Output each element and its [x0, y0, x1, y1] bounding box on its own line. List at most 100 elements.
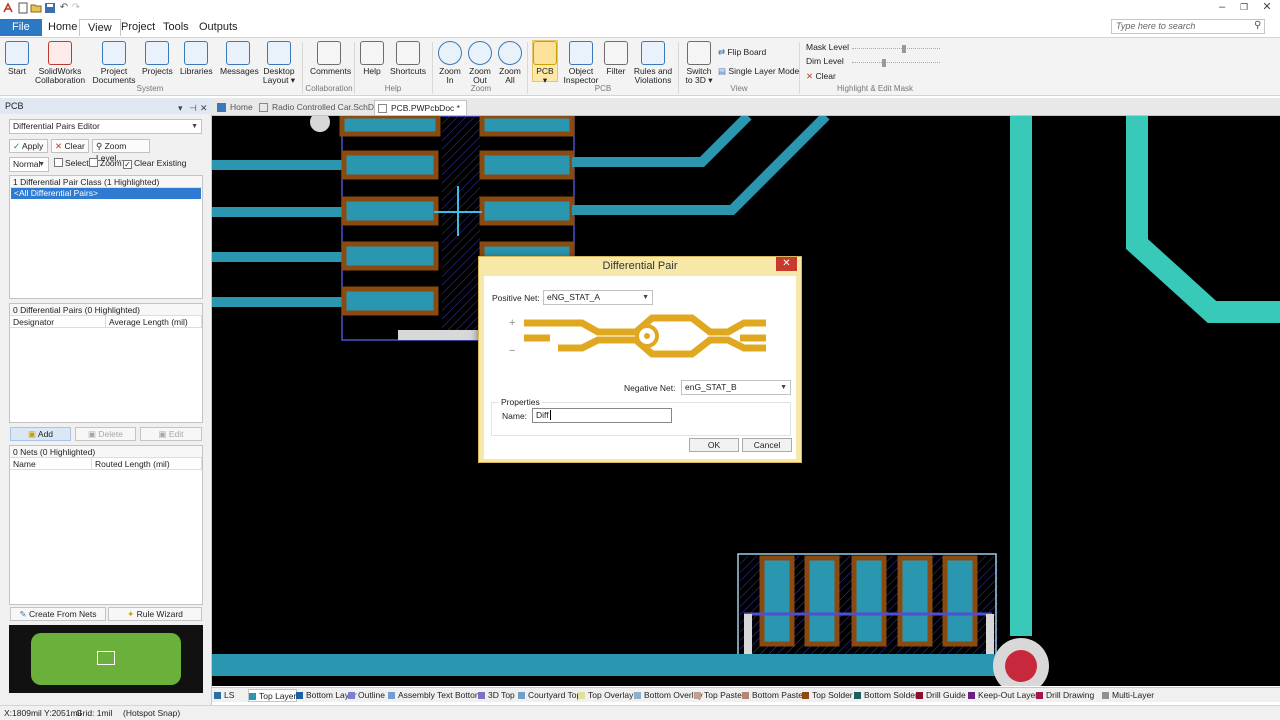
pad[interactable] — [341, 241, 439, 271]
trace[interactable] — [212, 252, 352, 262]
desktop-layout-button[interactable]: Desktop Layout ▾ — [262, 41, 296, 85]
menu-outputs[interactable]: Outputs — [191, 19, 246, 36]
clear-button[interactable]: ✕ Clear — [51, 139, 89, 153]
pad[interactable] — [942, 555, 978, 647]
zoom-checkbox-box[interactable] — [89, 158, 98, 167]
delete-button[interactable]: ▣ Delete — [75, 427, 136, 441]
layer-tab[interactable]: Top Layer — [248, 689, 298, 702]
trace[interactable] — [572, 116, 752, 167]
pad[interactable] — [479, 196, 575, 226]
shortcuts-button[interactable]: Shortcuts — [390, 41, 426, 76]
select-checkbox[interactable]: Select — [54, 158, 89, 168]
rule-wizard-button[interactable]: ✦ Rule Wizard — [108, 607, 202, 621]
tab-home[interactable]: Home — [214, 100, 259, 115]
mask-level-slider[interactable] — [852, 45, 940, 54]
restore-button[interactable]: ❐ — [1233, 0, 1255, 17]
layer-tab[interactable]: Bottom Overlay — [634, 689, 703, 702]
clear-existing-checkbox-box[interactable]: ✓ — [123, 160, 132, 169]
layer-tab[interactable]: Assembly Text Bottom — [388, 689, 482, 702]
layer-tab[interactable]: Keep-Out Layer — [968, 689, 1038, 702]
libraries-button[interactable]: Libraries — [180, 41, 213, 76]
pad[interactable] — [759, 555, 795, 647]
layer-tab[interactable]: Bottom Paste — [742, 689, 803, 702]
col-routed-length[interactable]: Routed Length (mil) — [92, 458, 202, 470]
zoom-out-button[interactable]: Zoom Out — [468, 41, 492, 85]
list-item[interactable]: <All Differential Pairs> — [11, 188, 201, 199]
redo-icon[interactable]: ↷ — [70, 2, 82, 14]
pad[interactable] — [341, 150, 439, 180]
layer-tab[interactable]: Bottom Solder — [854, 689, 918, 702]
search-icon[interactable]: ⚲ — [1254, 20, 1261, 31]
dim-level-slider[interactable] — [852, 59, 940, 68]
pad[interactable] — [804, 555, 840, 647]
rules-violations-button[interactable]: Rules and Violations — [632, 41, 674, 85]
help-button[interactable]: Help — [360, 41, 384, 76]
pad[interactable] — [851, 555, 887, 647]
tab-schdoc[interactable]: Radio Controlled Car.SchDoc — [256, 100, 389, 115]
dim-level-thumb[interactable] — [882, 59, 886, 67]
create-from-nets-button[interactable]: ✎ Create From Nets — [10, 607, 106, 621]
positive-net-select[interactable]: eNG_STAT_A ▼ — [543, 290, 653, 305]
clear-existing-checkbox[interactable]: ✓ Clear Existing — [123, 158, 186, 169]
undo-icon[interactable]: ↶ — [58, 2, 70, 14]
highlighted-trace[interactable] — [1010, 116, 1032, 636]
trace[interactable] — [212, 207, 352, 217]
layer-tab[interactable]: Top Overlay — [578, 689, 633, 702]
layer-tab[interactable]: Courtyard Top — [518, 689, 581, 702]
layer-tab[interactable]: Multi-Layer — [1102, 689, 1154, 702]
pad[interactable] — [341, 286, 439, 316]
clear-mask-button[interactable]: ✕ Clear — [806, 71, 836, 82]
apply-button[interactable]: ✓ Apply — [9, 139, 48, 153]
save-icon[interactable] — [44, 2, 56, 14]
layer-tab[interactable]: Drill Drawing — [1036, 689, 1094, 702]
project-documents-button[interactable]: Project Documents — [92, 41, 136, 85]
zoom-in-button[interactable]: Zoom In — [438, 41, 462, 85]
layer-tab[interactable]: Top Solder — [802, 689, 853, 702]
pad[interactable] — [897, 555, 933, 647]
close-button[interactable]: ✕ — [1256, 0, 1278, 17]
projects-button[interactable]: Projects — [142, 41, 173, 76]
col-designator[interactable]: Designator — [10, 316, 106, 328]
pad[interactable] — [479, 116, 575, 137]
comments-button[interactable]: Comments — [310, 41, 351, 76]
board-minimap[interactable] — [9, 625, 203, 693]
edit-button[interactable]: ▣ Edit — [140, 427, 202, 441]
highlighted-trace[interactable] — [1126, 116, 1280, 323]
panel-mode-select[interactable]: Differential Pairs Editor ▼ — [9, 119, 202, 134]
tab-pcbdoc[interactable]: PCB.PWPcbDoc * — [374, 100, 467, 115]
select-checkbox-box[interactable] — [54, 158, 63, 167]
flip-board-button[interactable]: ⇄ Flip Board — [718, 47, 766, 58]
pad[interactable] — [341, 196, 439, 226]
trace[interactable] — [212, 160, 352, 170]
pad[interactable] — [339, 116, 441, 137]
new-doc-icon[interactable] — [17, 2, 29, 14]
col-average-length[interactable]: Average Length (mil) — [106, 316, 202, 328]
minimize-button[interactable]: – — [1211, 0, 1233, 17]
pad[interactable] — [479, 150, 575, 180]
ok-button[interactable]: OK — [689, 438, 739, 452]
trace[interactable] — [212, 297, 352, 307]
minimap-viewport[interactable] — [97, 651, 115, 665]
panel-close-icon[interactable]: ✕ — [200, 100, 208, 116]
layer-tab[interactable]: 3D Top — [478, 689, 515, 702]
layer-tab[interactable]: Outline — [348, 689, 385, 702]
open-folder-icon[interactable] — [30, 2, 42, 14]
panel-menu-icon[interactable]: ▾ — [178, 100, 183, 116]
single-layer-button[interactable]: ▤ Single Layer Mode — [718, 66, 799, 77]
layer-tab[interactable]: Top Paste — [694, 689, 742, 702]
object-inspector-button[interactable]: Object Inspector — [563, 41, 599, 85]
add-button[interactable]: ▣ Add — [10, 427, 71, 441]
cancel-button[interactable]: Cancel — [742, 438, 792, 452]
zoom-level-button[interactable]: ⚲ Zoom Level... — [92, 139, 150, 163]
trace[interactable] — [398, 330, 478, 340]
zoom-checkbox[interactable]: Zoom — [89, 158, 122, 168]
via[interactable] — [310, 116, 330, 132]
negative-net-select[interactable]: enG_STAT_B ▼ — [681, 380, 791, 395]
pcb-button[interactable]: PCB ▾ — [532, 40, 558, 85]
highlight-mode-select[interactable]: Normal ▼ — [9, 157, 49, 172]
layer-tab[interactable]: Drill Guide — [916, 689, 966, 702]
switch-3d-button[interactable]: Switch to 3D ▾ — [684, 41, 714, 85]
start-button[interactable]: Start — [4, 41, 30, 76]
messages-button[interactable]: Messages — [220, 41, 259, 76]
solidworks-button[interactable]: SolidWorks Collaboration — [34, 41, 86, 85]
